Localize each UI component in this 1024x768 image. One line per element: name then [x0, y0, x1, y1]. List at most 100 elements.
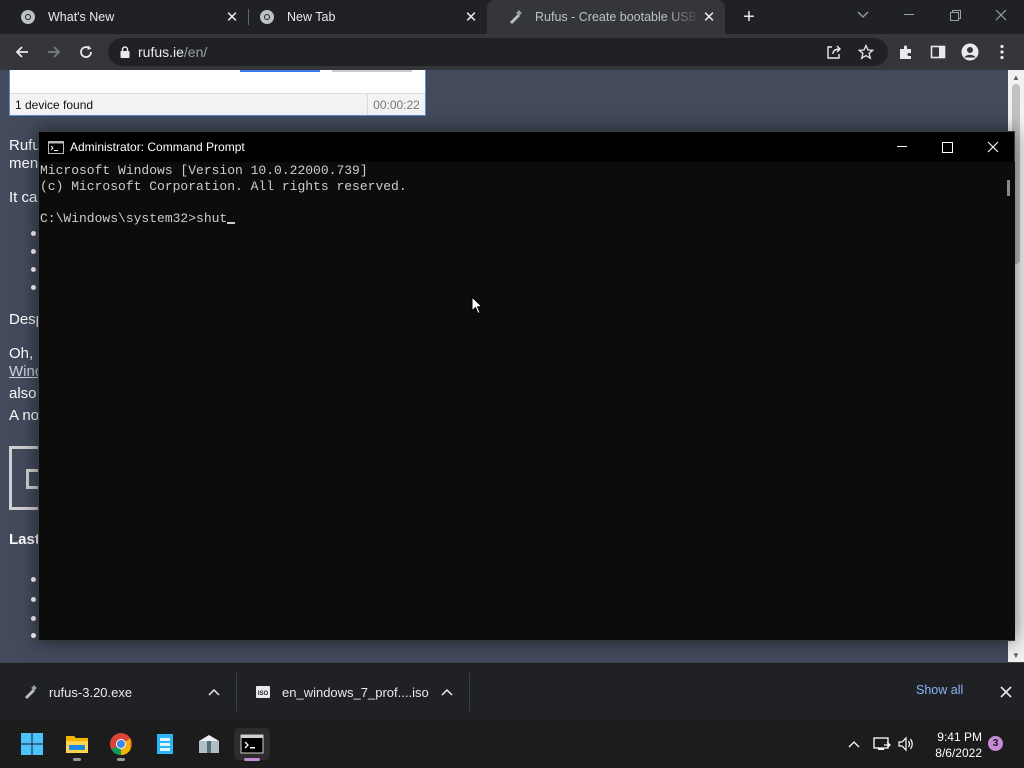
page-text: It ca	[9, 189, 38, 206]
maximize-icon[interactable]	[924, 132, 970, 162]
chevron-up-icon[interactable]	[439, 684, 455, 700]
svg-text:ISO: ISO	[258, 691, 269, 697]
command-prompt-window[interactable]: Administrator: Command Prompt Microsoft …	[38, 131, 1015, 641]
tab-title: What's New	[48, 10, 115, 24]
page-text: A no	[9, 407, 40, 424]
page-text: men	[9, 155, 39, 172]
lock-icon[interactable]	[120, 46, 130, 58]
list-bullet	[31, 249, 36, 254]
console-output[interactable]: Microsoft Windows [Version 10.0.22000.73…	[39, 162, 1001, 640]
section-heading: Last	[9, 531, 40, 548]
list-bullet	[31, 633, 36, 638]
clock-time: 9:41 PM	[937, 730, 982, 744]
start-button-edge	[240, 70, 320, 72]
archive-icon[interactable]	[191, 728, 227, 760]
clock-date: 8/6/2022	[935, 746, 982, 760]
url-host: rufus.ie	[138, 44, 184, 60]
tab-rufus[interactable]: Rufus - Create bootable USB drives the e…	[487, 0, 725, 34]
windows-start-icon[interactable]	[14, 728, 50, 760]
cmd-title-bar[interactable]: Administrator: Command Prompt	[39, 132, 1014, 162]
system-clock[interactable]: 9:41 PM 8/6/2022	[924, 729, 982, 761]
cmd-title: Administrator: Command Prompt	[70, 140, 245, 154]
console-line: Microsoft Windows [Version 10.0.22000.73…	[40, 163, 368, 178]
share-icon[interactable]	[822, 40, 846, 64]
windows-taskbar: 9:41 PM 8/6/2022	[0, 720, 1024, 768]
cmd-icon	[48, 140, 64, 154]
list-bullet	[31, 231, 36, 236]
reload-icon[interactable]	[74, 40, 98, 64]
bookmark-star-icon[interactable]	[854, 40, 878, 64]
console-prompt-line[interactable]: C:\Windows\system32>shut	[40, 211, 236, 226]
chrome-icon	[20, 9, 36, 25]
chevron-up-icon[interactable]	[842, 732, 866, 756]
iso-file-icon: ISO	[253, 682, 273, 702]
side-panel-icon[interactable]	[926, 40, 950, 64]
list-bullet	[31, 616, 36, 621]
tab-new-tab[interactable]: New Tab ✕	[239, 0, 487, 34]
scroll-up-arrow-icon[interactable]: ▲	[1008, 70, 1024, 84]
volume-icon[interactable]	[894, 732, 918, 756]
divider	[469, 673, 470, 711]
chrome-icon[interactable]	[103, 728, 139, 761]
close-button-edge	[332, 70, 412, 72]
terminal-icon[interactable]	[234, 728, 270, 761]
download-item[interactable]: rufus-3.20.exe	[0, 663, 236, 721]
menu-kebab-icon[interactable]	[990, 40, 1014, 64]
download-item[interactable]: ISO en_windows_7_prof....iso	[233, 663, 469, 721]
text-cursor	[227, 222, 236, 224]
new-tab-button[interactable]: +	[738, 6, 760, 28]
rufus-status-bar: 1 device found 00:00:22	[10, 93, 425, 115]
address-bar[interactable]: rufus.ie/en/	[108, 38, 888, 66]
list-bullet	[31, 267, 36, 272]
running-indicator	[117, 758, 125, 761]
rufus-icon	[20, 682, 40, 702]
scroll-down-arrow-icon[interactable]: ▼	[1008, 648, 1024, 662]
page-text: also	[9, 385, 37, 402]
download-name: rufus-3.20.exe	[49, 684, 133, 700]
list-bullet	[31, 597, 36, 602]
running-indicator	[73, 758, 81, 761]
show-all-button[interactable]: Show all	[916, 683, 963, 697]
chevron-up-icon[interactable]	[206, 684, 222, 700]
rufus-icon	[507, 9, 523, 25]
list-bullet	[31, 577, 36, 582]
rufus-screenshot: 1 device found 00:00:22	[9, 70, 426, 116]
browser-toolbar: rufus.ie/en/	[0, 34, 1024, 70]
notification-badge[interactable]: 3	[988, 736, 1003, 751]
page-text: Oh,	[9, 345, 34, 362]
console-line: C:\Windows\system32>shut	[40, 211, 228, 226]
url-path: /en/	[183, 44, 208, 60]
restore-icon[interactable]	[932, 0, 978, 30]
downloads-shelf: rufus-3.20.exe ISO en_windows_7_prof....…	[0, 662, 1024, 720]
mouse-pointer-icon	[471, 295, 484, 320]
extensions-puzzle-icon[interactable]	[894, 40, 918, 64]
list-bullet	[31, 285, 36, 290]
tab-title: New Tab	[287, 10, 336, 24]
page-text: Rufu	[9, 137, 41, 154]
minimize-icon[interactable]	[886, 0, 932, 30]
tab-search-chevron-icon[interactable]	[840, 0, 886, 30]
console-line: (c) Microsoft Corporation. All rights re…	[40, 179, 407, 194]
browser-tab-strip: What's New ✕ New Tab ✕ Rufus - Create bo…	[0, 0, 1024, 34]
tab-whats-new[interactable]: What's New ✕	[0, 0, 248, 34]
close-window-icon[interactable]	[978, 0, 1024, 30]
rufus-status-text: 1 device found	[15, 97, 94, 112]
close-tab-icon[interactable]: ✕	[461, 7, 481, 27]
close-icon[interactable]	[970, 132, 1016, 162]
close-shelf-icon[interactable]	[996, 682, 1016, 702]
active-indicator	[244, 758, 260, 761]
console-scrollbar[interactable]	[1002, 162, 1015, 640]
rufus-timer: 00:00:22	[367, 94, 425, 115]
tab-title: Rufus - Create bootable USB drives the e…	[535, 10, 699, 24]
minimize-icon[interactable]	[879, 132, 925, 162]
network-icon[interactable]	[870, 732, 894, 756]
back-arrow-icon[interactable]	[10, 40, 34, 64]
app-icon[interactable]	[147, 728, 183, 760]
close-tab-icon[interactable]: ✕	[699, 7, 719, 27]
forward-arrow-icon[interactable]	[42, 40, 66, 64]
chrome-icon	[259, 9, 275, 25]
file-explorer-icon[interactable]	[59, 728, 95, 761]
scrollbar-thumb[interactable]	[1007, 180, 1010, 196]
download-name: en_windows_7_prof....iso	[282, 684, 429, 700]
profile-avatar-icon[interactable]	[958, 40, 982, 64]
